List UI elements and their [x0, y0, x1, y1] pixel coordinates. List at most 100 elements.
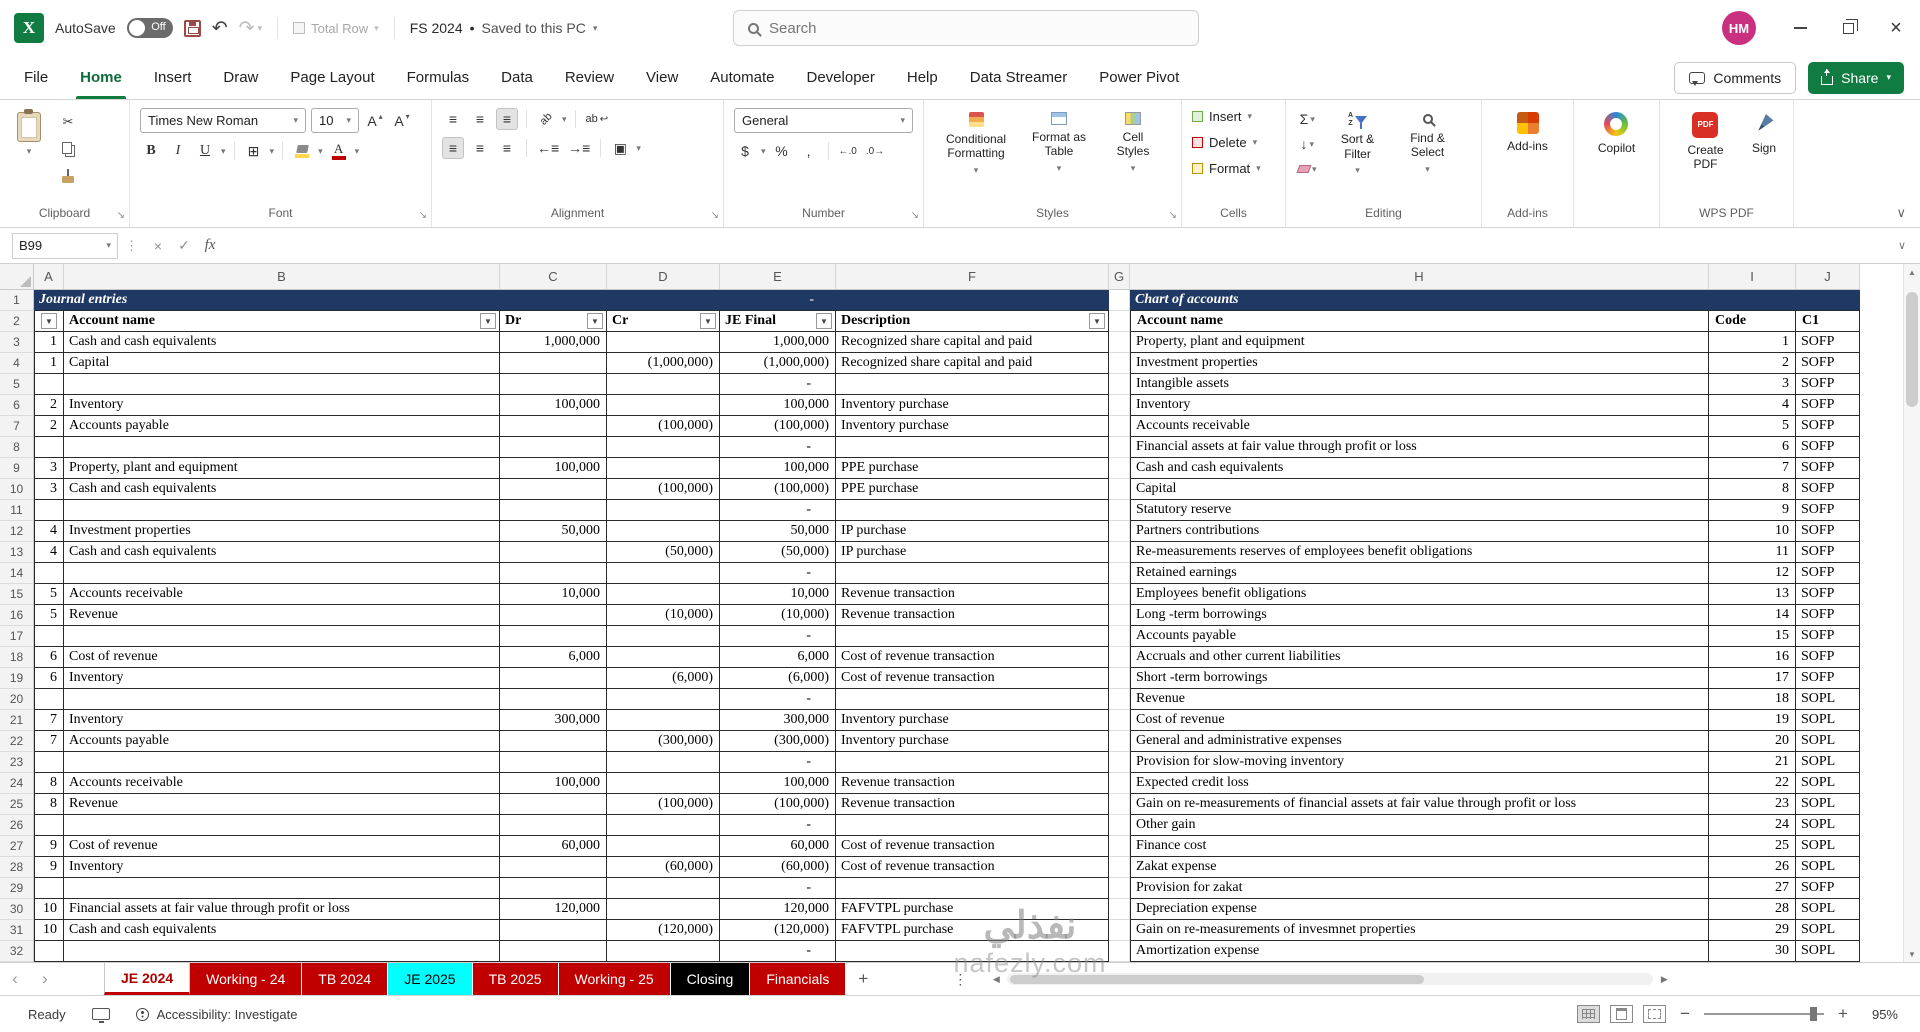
- cell-C2[interactable]: Dr ▼: [500, 311, 607, 332]
- cell[interactable]: -: [720, 563, 836, 584]
- cell[interactable]: -: [720, 941, 836, 962]
- restore-button[interactable]: [1824, 0, 1872, 56]
- percent-style-button[interactable]: %: [771, 140, 793, 162]
- cancel-button[interactable]: ×: [145, 238, 171, 254]
- zoom-in-button[interactable]: +: [1834, 1004, 1852, 1024]
- cell[interactable]: 7: [34, 731, 64, 752]
- cell[interactable]: [500, 857, 607, 878]
- format-cells-button[interactable]: Format ▾: [1192, 156, 1275, 181]
- cell[interactable]: 6: [34, 668, 64, 689]
- cell[interactable]: [500, 605, 607, 626]
- row-header-17[interactable]: 17: [0, 626, 34, 647]
- cell[interactable]: Financial assets at fair value through p…: [64, 899, 500, 920]
- cell[interactable]: 1,000,000: [500, 332, 607, 353]
- cell[interactable]: (100,000): [720, 416, 836, 437]
- autosum-button[interactable]: Σ ▾: [1296, 108, 1319, 130]
- cell[interactable]: Revenue: [64, 605, 500, 626]
- align-center-button[interactable]: ≡: [469, 137, 491, 159]
- cell[interactable]: [500, 815, 607, 836]
- cell[interactable]: 300,000: [720, 710, 836, 731]
- cell[interactable]: 4: [1709, 395, 1796, 416]
- align-left-button[interactable]: ≡: [442, 137, 464, 159]
- cell[interactable]: Cost of revenue: [1130, 710, 1709, 731]
- cell[interactable]: [1109, 815, 1130, 836]
- cell[interactable]: SOPL: [1796, 899, 1860, 920]
- format-as-table-button[interactable]: Format as Table ▾: [1020, 108, 1098, 177]
- cell[interactable]: SOPL: [1796, 752, 1860, 773]
- cell[interactable]: 5: [34, 605, 64, 626]
- row-header-32[interactable]: 32: [0, 941, 34, 962]
- cell[interactable]: -: [720, 815, 836, 836]
- cell[interactable]: [1109, 647, 1130, 668]
- cell[interactable]: 23: [1709, 794, 1796, 815]
- scroll-down-icon[interactable]: ▼: [1904, 946, 1920, 962]
- cell[interactable]: [836, 815, 1109, 836]
- normal-view-button[interactable]: [1577, 1005, 1600, 1023]
- cell[interactable]: 8: [34, 794, 64, 815]
- horizontal-scrollbar-track[interactable]: [1007, 973, 1654, 985]
- cell[interactable]: 4: [34, 542, 64, 563]
- cell[interactable]: [836, 941, 1109, 962]
- cell[interactable]: [1109, 542, 1130, 563]
- cell[interactable]: (100,000): [607, 416, 720, 437]
- cell[interactable]: [64, 500, 500, 521]
- cell[interactable]: [607, 710, 720, 731]
- ribbon-tab-power-pivot[interactable]: Power Pivot: [1083, 56, 1195, 99]
- cell[interactable]: 19: [1709, 710, 1796, 731]
- page-break-preview-button[interactable]: [1643, 1005, 1666, 1023]
- cell[interactable]: Inventory: [64, 668, 500, 689]
- cell[interactable]: [836, 437, 1109, 458]
- merge-center-button[interactable]: ▣: [609, 137, 631, 159]
- cell[interactable]: SOFP: [1796, 332, 1860, 353]
- cell[interactable]: 29: [1709, 920, 1796, 941]
- borders-button[interactable]: ⊞: [243, 140, 265, 162]
- cell[interactable]: [500, 437, 607, 458]
- collapse-ribbon-button[interactable]: ∨: [1896, 205, 1906, 221]
- cell[interactable]: 9: [34, 857, 64, 878]
- cell[interactable]: Accruals and other current liabilities: [1130, 647, 1709, 668]
- sheet-tab-je-2024[interactable]: JE 2024: [104, 963, 191, 995]
- cell[interactable]: 27: [1709, 878, 1796, 899]
- horizontal-scrollbar[interactable]: ◀ ▶: [988, 963, 1688, 995]
- cell[interactable]: [1109, 626, 1130, 647]
- decrease-decimal-button[interactable]: .0→: [864, 140, 886, 162]
- dialog-launcher-icon[interactable]: ↘: [419, 210, 427, 221]
- cell[interactable]: 6,000: [720, 647, 836, 668]
- cell[interactable]: Cost of revenue: [64, 647, 500, 668]
- cell[interactable]: 2: [34, 395, 64, 416]
- cell[interactable]: [500, 752, 607, 773]
- cell[interactable]: [1109, 605, 1130, 626]
- cell[interactable]: [500, 542, 607, 563]
- decrease-font-size-button[interactable]: A ▾: [391, 110, 413, 132]
- cell[interactable]: [34, 878, 64, 899]
- cell[interactable]: [1109, 479, 1130, 500]
- cell[interactable]: SOFP: [1796, 563, 1860, 584]
- sheet-tab-je-2025[interactable]: JE 2025: [388, 963, 473, 995]
- dialog-launcher-icon[interactable]: ↘: [711, 210, 719, 221]
- cell[interactable]: 1,000,000: [720, 332, 836, 353]
- document-title[interactable]: FS 2024 • Saved to this PC ▾: [410, 20, 598, 36]
- cell[interactable]: [607, 752, 720, 773]
- cell[interactable]: [34, 500, 64, 521]
- number-format-select[interactable]: General ▾: [734, 108, 913, 133]
- row-header-7[interactable]: 7: [0, 416, 34, 437]
- cell[interactable]: Amortization expense: [1130, 941, 1709, 962]
- filter-icon[interactable]: ▼: [1089, 313, 1105, 329]
- cell[interactable]: SOFP: [1796, 605, 1860, 626]
- cell[interactable]: 17: [1709, 668, 1796, 689]
- align-bottom-button[interactable]: ≡: [496, 108, 518, 130]
- cell[interactable]: [34, 689, 64, 710]
- cell[interactable]: [500, 920, 607, 941]
- row-header-9[interactable]: 9: [0, 458, 34, 479]
- zoom-out-button[interactable]: −: [1676, 1004, 1694, 1024]
- cell[interactable]: [607, 437, 720, 458]
- cell[interactable]: Recognized share capital and paid: [836, 353, 1109, 374]
- cell[interactable]: [1109, 521, 1130, 542]
- cell[interactable]: SOFP: [1796, 626, 1860, 647]
- scroll-up-icon[interactable]: ▲: [1904, 264, 1920, 280]
- cell-E2[interactable]: JE Final ▼: [720, 311, 836, 332]
- cell[interactable]: Inventory purchase: [836, 731, 1109, 752]
- cell[interactable]: (50,000): [720, 542, 836, 563]
- cell[interactable]: Cash and cash equivalents: [64, 332, 500, 353]
- total-row-qat-button[interactable]: Total Row ▾: [293, 21, 379, 36]
